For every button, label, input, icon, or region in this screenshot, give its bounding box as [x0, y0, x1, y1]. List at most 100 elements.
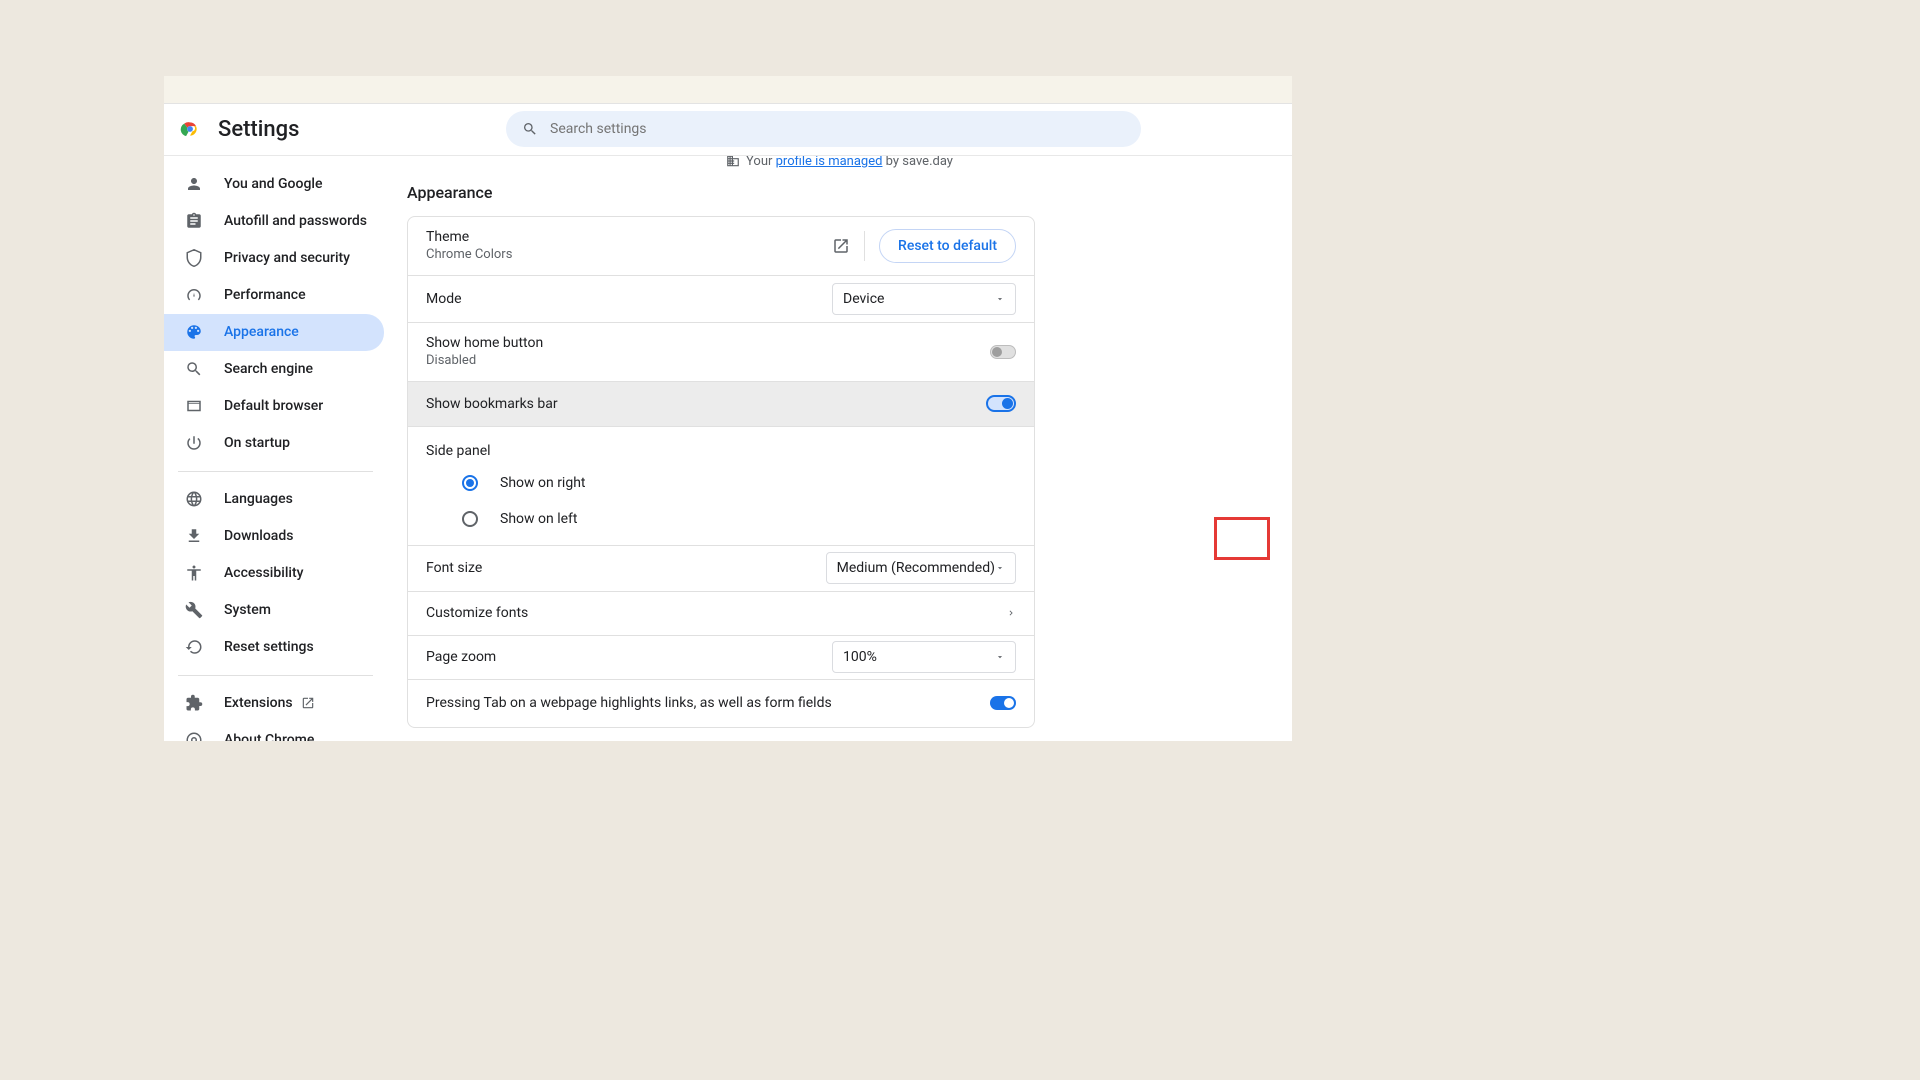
- side-panel-group: Side panel Show on right Show on left: [408, 427, 1034, 546]
- sidebar-item-autofill[interactable]: Autofill and passwords: [164, 203, 387, 240]
- theme-label: Theme: [426, 229, 832, 245]
- section-title: Appearance: [407, 183, 1272, 202]
- managed-notice: Your profile is managed by save.day: [407, 156, 1272, 169]
- sidebar-item-performance[interactable]: Performance: [164, 277, 387, 314]
- radio-unselected-icon: [462, 511, 478, 527]
- content: Your profile is managed by save.day Appe…: [387, 156, 1292, 741]
- sidebar-item-label: About Chrome: [224, 732, 314, 741]
- zoom-value: 100%: [843, 649, 877, 665]
- side-panel-left-label: Show on left: [500, 511, 577, 527]
- search-icon: [522, 121, 538, 137]
- radio-selected-icon: [462, 475, 478, 491]
- page-title: Settings: [218, 117, 299, 142]
- sidebar-item-label: Appearance: [224, 324, 299, 340]
- restore-icon: [184, 637, 204, 657]
- palette-icon: [184, 322, 204, 342]
- extension-icon: [184, 693, 204, 713]
- sidebar-item-label: Downloads: [224, 528, 293, 544]
- sidebar-item-label: System: [224, 602, 271, 618]
- sidebar-item-privacy[interactable]: Privacy and security: [164, 240, 387, 277]
- bookmarks-bar-row: Show bookmarks bar: [408, 382, 1034, 427]
- appearance-card: Theme Chrome Colors Reset to default Mod…: [407, 216, 1035, 728]
- annotation-highlight: [1214, 517, 1270, 560]
- search-settings[interactable]: [506, 111, 1141, 147]
- sidebar-item-reset[interactable]: Reset settings: [164, 629, 387, 666]
- chrome-logo-icon: [180, 119, 200, 139]
- theme-row[interactable]: Theme Chrome Colors Reset to default: [408, 217, 1034, 276]
- home-button-toggle[interactable]: [990, 345, 1016, 359]
- browser-chrome-strip: [164, 76, 1292, 104]
- home-button-row: Show home button Disabled: [408, 323, 1034, 382]
- sidebar-item-label: Default browser: [224, 398, 323, 414]
- tab-highlight-row: Pressing Tab on a webpage highlights lin…: [408, 680, 1034, 727]
- sidebar-item-label: Accessibility: [224, 565, 303, 581]
- settings-window: Settings You and Google Autofill and pas…: [164, 76, 1292, 741]
- open-in-new-icon[interactable]: [832, 237, 850, 255]
- home-label: Show home button: [426, 335, 990, 351]
- sidebar-item-label: Performance: [224, 287, 306, 303]
- sidebar-item-default-browser[interactable]: Default browser: [164, 388, 387, 425]
- side-panel-right-label: Show on right: [500, 475, 586, 491]
- sidebar-item-accessibility[interactable]: Accessibility: [164, 555, 387, 592]
- body: You and Google Autofill and passwords Pr…: [164, 156, 1292, 741]
- speedometer-icon: [184, 285, 204, 305]
- shield-icon: [184, 248, 204, 268]
- open-in-new-icon: [301, 696, 315, 710]
- mode-label: Mode: [426, 291, 832, 307]
- page-zoom-row: Page zoom 100%: [408, 636, 1034, 680]
- chevron-right-icon: [1006, 608, 1016, 618]
- browser-icon: [184, 396, 204, 416]
- zoom-label: Page zoom: [426, 649, 832, 665]
- tab-highlight-toggle[interactable]: [990, 696, 1016, 710]
- clipboard-icon: [184, 211, 204, 231]
- power-icon: [184, 433, 204, 453]
- fontsize-label: Font size: [426, 560, 826, 576]
- tab-highlight-label: Pressing Tab on a webpage highlights lin…: [426, 695, 990, 711]
- sidebar-item-label: Reset settings: [224, 639, 314, 655]
- reset-default-button[interactable]: Reset to default: [879, 229, 1016, 263]
- sidebar-item-languages[interactable]: Languages: [164, 481, 387, 518]
- home-value: Disabled: [426, 353, 990, 368]
- sidebar-item-label: Search engine: [224, 361, 313, 377]
- chevron-down-icon: [995, 652, 1005, 662]
- side-panel-right-option[interactable]: Show on right: [408, 465, 1034, 501]
- mode-value: Device: [843, 291, 884, 307]
- font-size-select[interactable]: Medium (Recommended): [826, 552, 1016, 584]
- zoom-select[interactable]: 100%: [832, 641, 1016, 673]
- sidebar-item-extensions[interactable]: Extensions: [164, 685, 387, 722]
- sidebar-item-label: Languages: [224, 491, 293, 507]
- chevron-down-icon: [995, 563, 1005, 573]
- download-icon: [184, 526, 204, 546]
- font-size-row: Font size Medium (Recommended): [408, 546, 1034, 592]
- sidebar-item-label: On startup: [224, 435, 290, 451]
- sidebar-item-on-startup[interactable]: On startup: [164, 425, 387, 462]
- side-panel-label: Side panel: [408, 435, 1034, 465]
- sidebar-item-label: Extensions: [224, 695, 293, 711]
- divider: [178, 471, 373, 472]
- sidebar-item-you-and-google[interactable]: You and Google: [164, 166, 387, 203]
- managed-link[interactable]: profile is managed: [776, 156, 883, 169]
- side-panel-left-option[interactable]: Show on left: [408, 501, 1034, 537]
- search-input[interactable]: [550, 121, 1125, 137]
- customize-fonts-label: Customize fonts: [426, 605, 1006, 621]
- bookmarks-toggle[interactable]: [986, 395, 1016, 412]
- sidebar-item-about[interactable]: About Chrome: [164, 722, 387, 741]
- mode-select[interactable]: Device: [832, 283, 1016, 315]
- sidebar-item-system[interactable]: System: [164, 592, 387, 629]
- bookmarks-label: Show bookmarks bar: [426, 396, 986, 412]
- sidebar-item-label: Privacy and security: [224, 250, 350, 266]
- person-icon: [184, 174, 204, 194]
- customize-fonts-row[interactable]: Customize fonts: [408, 592, 1034, 636]
- fontsize-value: Medium (Recommended): [837, 560, 995, 576]
- building-icon: [726, 156, 740, 169]
- divider: [864, 231, 865, 261]
- divider: [178, 675, 373, 676]
- mode-row: Mode Device: [408, 276, 1034, 323]
- managed-suffix: by save.day: [882, 156, 953, 169]
- sidebar-item-search-engine[interactable]: Search engine: [164, 351, 387, 388]
- sidebar-item-appearance[interactable]: Appearance: [164, 314, 384, 351]
- chevron-down-icon: [995, 294, 1005, 304]
- managed-prefix: Your: [746, 156, 776, 169]
- sidebar-item-downloads[interactable]: Downloads: [164, 518, 387, 555]
- globe-icon: [184, 489, 204, 509]
